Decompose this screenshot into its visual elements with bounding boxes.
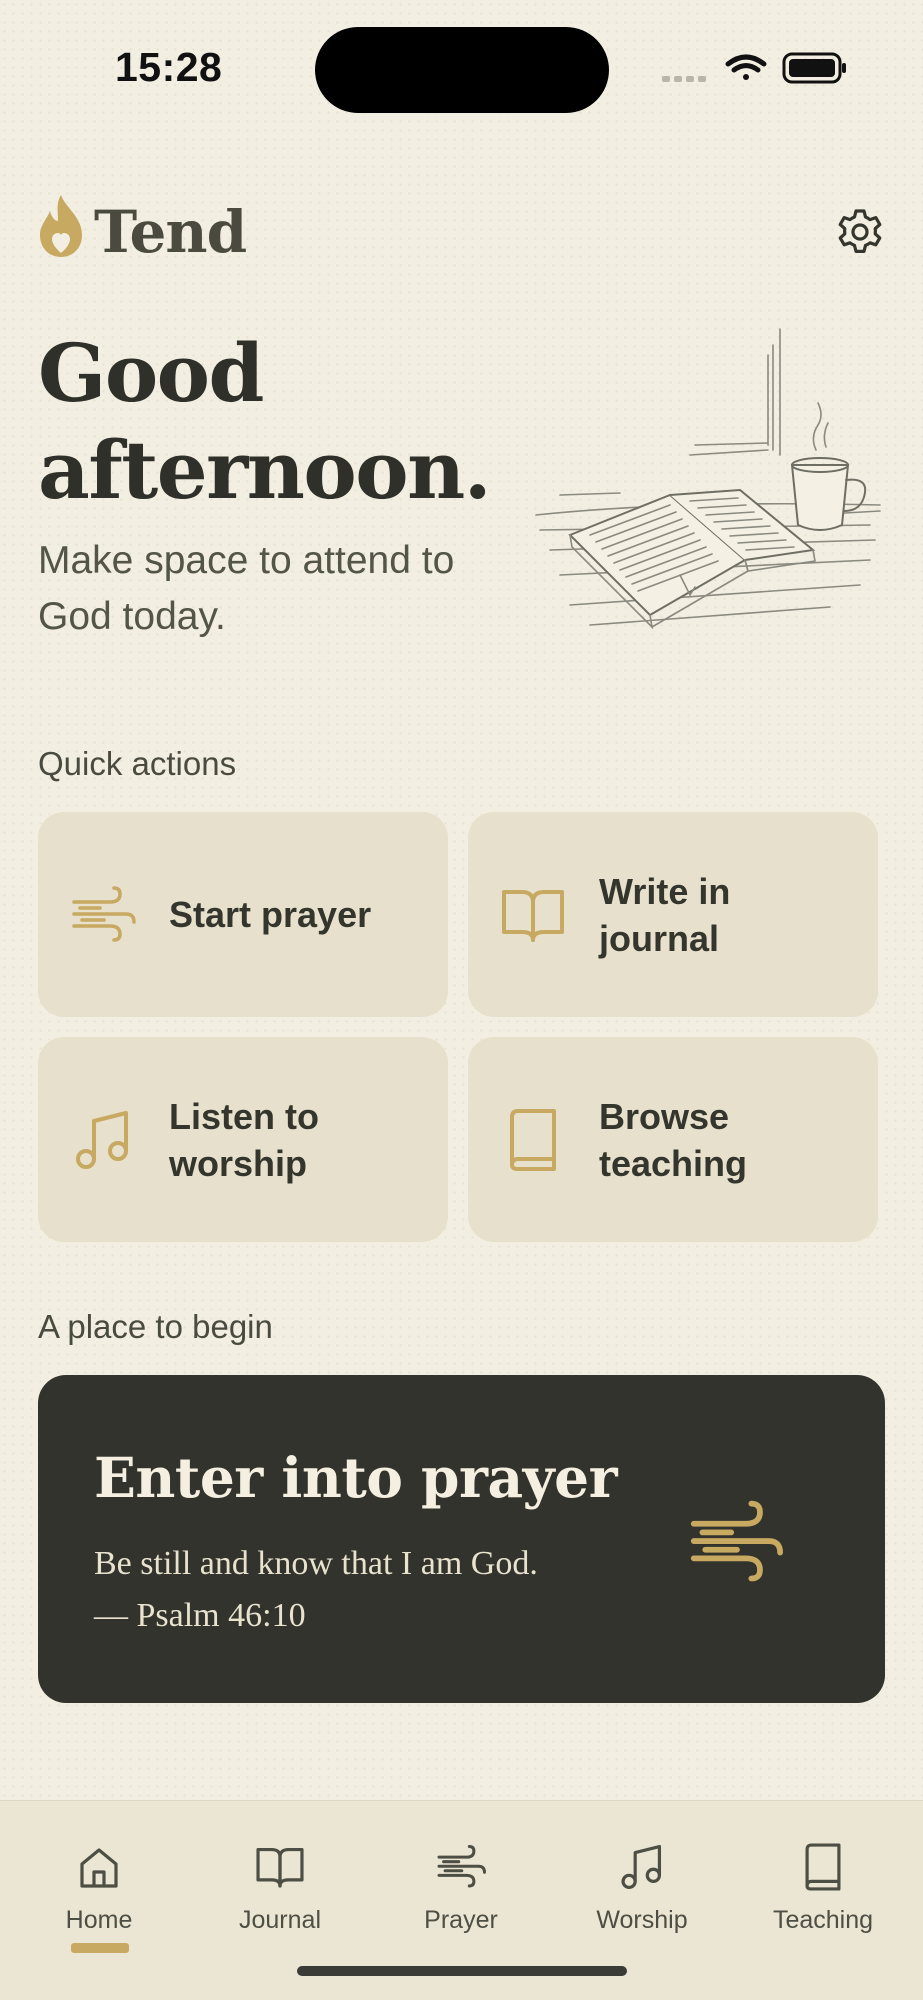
place-to-begin-label: A place to begin bbox=[38, 1308, 273, 1345]
enter-prayer-card[interactable]: Enter into prayer Be still and know that… bbox=[38, 1375, 885, 1703]
home-indicator[interactable] bbox=[297, 1966, 627, 1976]
subtitle-line-1: Make space to attend to bbox=[38, 539, 455, 582]
verse-text: Be still and know that I am God. bbox=[94, 1545, 538, 1582]
app-header: Tend bbox=[38, 190, 890, 270]
wind-icon bbox=[690, 1500, 783, 1582]
subtitle-line-2: God today. bbox=[38, 595, 226, 638]
book-icon bbox=[510, 1109, 556, 1171]
listen-worship-line-2: worship bbox=[169, 1142, 308, 1184]
settings-gear-icon[interactable] bbox=[835, 207, 885, 257]
greeting-title: Good afternoon. bbox=[38, 325, 538, 519]
featured-verse: Be still and know that I am God. — Psalm… bbox=[94, 1538, 654, 1642]
music-note-icon bbox=[76, 1111, 128, 1169]
wind-icon bbox=[72, 886, 136, 942]
greeting-line-2: afternoon. bbox=[38, 423, 492, 517]
status-icons bbox=[662, 52, 846, 84]
tab-prayer[interactable]: Prayer bbox=[381, 1836, 541, 1966]
write-journal-label: Write in journal bbox=[599, 812, 859, 1017]
featured-title: Enter into prayer bbox=[94, 1445, 618, 1510]
write-journal-line-2: journal bbox=[599, 917, 720, 959]
open-book-icon bbox=[256, 1847, 304, 1888]
tab-worship[interactable]: Worship bbox=[562, 1836, 722, 1966]
book-icon bbox=[805, 1843, 841, 1891]
home-screen: 15:28 Tend Good afternoon. Make space to… bbox=[0, 0, 923, 2000]
wind-icon bbox=[437, 1845, 486, 1888]
write-journal-line-1: Write in bbox=[599, 870, 731, 912]
quick-actions-label: Quick actions bbox=[38, 745, 237, 782]
browse-teaching-button[interactable]: Browse teaching bbox=[468, 1037, 878, 1242]
tab-teaching-label: Teaching bbox=[772, 1906, 874, 1934]
write-journal-button[interactable]: Write in journal bbox=[468, 812, 878, 1017]
verse-reference: — Psalm 46:10 bbox=[94, 1597, 306, 1634]
browse-teaching-line-1: Browse bbox=[599, 1095, 730, 1137]
status-time: 15:28 bbox=[115, 44, 223, 90]
open-book-icon bbox=[502, 890, 564, 942]
bible-and-coffee-illustration bbox=[535, 328, 881, 630]
music-note-icon bbox=[621, 1844, 662, 1890]
tab-prayer-label: Prayer bbox=[424, 1906, 498, 1934]
tab-worship-label: Worship bbox=[596, 1906, 688, 1934]
flame-logo-icon bbox=[40, 195, 82, 257]
home-icon bbox=[80, 1848, 118, 1888]
start-prayer-button[interactable]: Start prayer bbox=[38, 812, 448, 1017]
browse-teaching-line-2: teaching bbox=[599, 1142, 748, 1184]
listen-worship-button[interactable]: Listen to worship bbox=[38, 1037, 448, 1242]
greeting-subtitle: Make space to attend to God today. bbox=[38, 533, 538, 645]
wifi-icon bbox=[725, 54, 767, 80]
tab-journal-label: Journal bbox=[239, 1906, 321, 1934]
listen-worship-label: Listen to worship bbox=[169, 1037, 429, 1242]
status-bar: 15:28 bbox=[0, 0, 923, 130]
start-prayer-text: Start prayer bbox=[169, 894, 372, 935]
start-prayer-label: Start prayer bbox=[169, 812, 429, 1017]
tab-teaching[interactable]: Teaching bbox=[743, 1836, 903, 1966]
listen-worship-line-1: Listen to bbox=[169, 1095, 319, 1137]
app-name: Tend bbox=[94, 198, 247, 266]
browse-teaching-label: Browse teaching bbox=[599, 1037, 859, 1242]
battery-icon bbox=[782, 52, 846, 84]
tab-bar: Home Journal Prayer Worship Teaching bbox=[0, 1800, 923, 2000]
tab-home-label: Home bbox=[65, 1906, 133, 1934]
tab-journal[interactable]: Journal bbox=[200, 1836, 360, 1966]
active-tab-indicator bbox=[71, 1943, 129, 1953]
greeting-line-1: Good bbox=[38, 326, 264, 420]
dynamic-island bbox=[315, 27, 609, 113]
signal-icon bbox=[662, 76, 706, 82]
